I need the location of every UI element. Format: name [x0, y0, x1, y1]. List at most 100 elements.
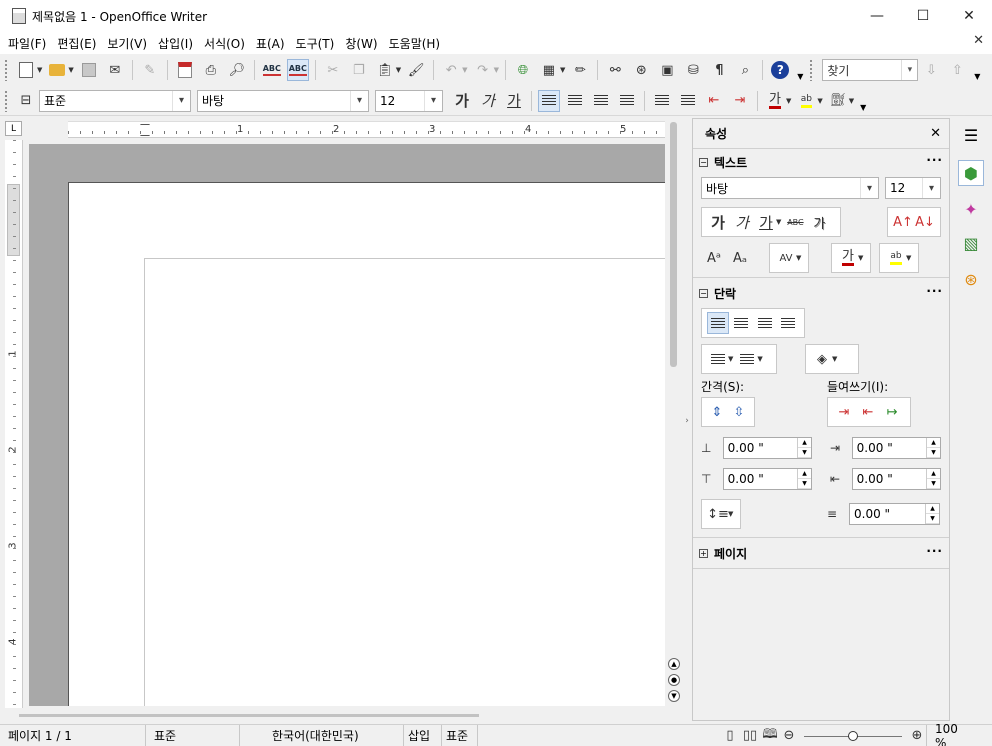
- spin-up-icon[interactable]: ▲: [927, 438, 940, 448]
- styles-tab[interactable]: ✦: [958, 196, 984, 222]
- language-status[interactable]: 한국어(대한민국): [240, 724, 404, 746]
- navigator-tab[interactable]: ⊛: [958, 266, 984, 292]
- hyperlink-button[interactable]: 🌐︎: [512, 59, 534, 81]
- increase-spacing-button[interactable]: ⇕: [707, 401, 727, 423]
- print-button[interactable]: ⎙: [200, 59, 222, 81]
- menu-insert[interactable]: 삽입(I): [154, 35, 197, 52]
- sidebar-align-center-button[interactable]: [731, 312, 752, 334]
- zoom-in-button[interactable]: ⊕: [910, 725, 924, 746]
- single-page-view-button[interactable]: ▯: [722, 725, 738, 746]
- more-options-button[interactable]: ···: [926, 544, 943, 558]
- vertical-ruler[interactable]: 1 2 3 4: [5, 140, 23, 708]
- close-sidebar-button[interactable]: ✕: [930, 126, 941, 141]
- clone-format-button[interactable]: 🖌︎: [405, 59, 427, 81]
- vertical-scrollbar[interactable]: ▲ ● ▼: [665, 118, 682, 710]
- text-section-header[interactable]: − 텍스트 ···: [693, 151, 949, 173]
- bold-button[interactable]: 가: [451, 90, 473, 112]
- insert-mode-status[interactable]: 삽입: [404, 724, 442, 746]
- close-window-button[interactable]: ✕: [946, 0, 992, 32]
- decrease-indent-button[interactable]: ⇤: [703, 90, 725, 112]
- chevron-down-icon[interactable]: ▾: [172, 90, 190, 111]
- gallery-tab[interactable]: ▧: [958, 230, 984, 256]
- sidebar-highlight-button[interactable]: ab: [885, 247, 907, 269]
- page-style[interactable]: 표준: [146, 724, 240, 746]
- paste-button[interactable]: 📋︎: [374, 59, 396, 81]
- toolbar-grip[interactable]: [4, 59, 8, 81]
- font-color-dropdown-icon[interactable]: ▼: [786, 97, 791, 105]
- open-button[interactable]: [46, 59, 68, 81]
- justify-button[interactable]: [616, 90, 638, 112]
- gallery-button[interactable]: ▣: [656, 59, 678, 81]
- sidebar-align-right-button[interactable]: [754, 312, 775, 334]
- redo-button[interactable]: ↷: [472, 59, 494, 81]
- sidebar-menu-button[interactable]: ☰: [958, 122, 984, 148]
- zoom-button[interactable]: ⌕: [734, 59, 756, 81]
- edit-file-button[interactable]: ✎: [139, 59, 161, 81]
- close-document-button[interactable]: ✕: [973, 33, 984, 48]
- chevron-down-icon[interactable]: ▾: [424, 90, 442, 111]
- undo-dropdown-icon[interactable]: ▼: [462, 66, 467, 74]
- spin-down-icon[interactable]: ▼: [798, 448, 811, 458]
- horizontal-scrollbar[interactable]: [5, 710, 682, 724]
- paragraph-section-header[interactable]: − 단락 ···: [693, 282, 949, 304]
- menu-edit[interactable]: 편집(E): [53, 35, 100, 52]
- strikethrough-button[interactable]: ABC: [784, 211, 806, 233]
- hanging-indent-button[interactable]: ↦: [881, 401, 903, 423]
- page-count[interactable]: 페이지 1 / 1: [0, 724, 146, 746]
- spin-up-icon[interactable]: ▲: [798, 438, 811, 448]
- chevron-down-icon[interactable]: ▾: [922, 178, 940, 198]
- character-spacing-button[interactable]: AV: [775, 247, 797, 269]
- font-color-button[interactable]: 가: [764, 90, 786, 112]
- table-button[interactable]: ▦: [538, 59, 560, 81]
- decrease-spacing-button[interactable]: ⇳: [729, 401, 749, 423]
- chevron-down-icon[interactable]: ▾: [350, 90, 368, 111]
- book-view-button[interactable]: 🕮︎: [762, 725, 778, 746]
- scrollbar-thumb[interactable]: [19, 714, 479, 717]
- new-document-button[interactable]: [15, 59, 37, 81]
- spin-down-icon[interactable]: ▼: [927, 448, 940, 458]
- align-center-button[interactable]: [564, 90, 586, 112]
- align-right-button[interactable]: [590, 90, 612, 112]
- sidebar-bullets-button[interactable]: [707, 348, 729, 370]
- spin-up-icon[interactable]: ▲: [926, 504, 939, 514]
- menu-window[interactable]: 창(W): [341, 35, 381, 52]
- spellcheck-button[interactable]: ABC: [261, 59, 283, 81]
- toolbar-grip[interactable]: [4, 89, 8, 112]
- auto-spellcheck-button[interactable]: ABC: [286, 59, 309, 81]
- before-text-indent-input[interactable]: 0.00 " ▲ ▼: [851, 437, 941, 459]
- spin-down-icon[interactable]: ▼: [926, 514, 939, 524]
- spin-buttons[interactable]: ▲ ▼: [797, 469, 811, 489]
- next-page-button[interactable]: ▼: [668, 690, 680, 702]
- indent-marker[interactable]: [140, 124, 150, 136]
- sidebar-size-select[interactable]: 12 ▾: [885, 177, 941, 199]
- tab-type-button[interactable]: L: [5, 121, 22, 136]
- sidebar-increase-indent-button[interactable]: ⇥: [833, 401, 855, 423]
- paragraph-style-select[interactable]: 표준 ▾: [39, 89, 191, 112]
- paste-dropdown-icon[interactable]: ▼: [396, 66, 401, 74]
- sidebar-align-left-button[interactable]: [707, 312, 729, 334]
- multi-page-view-button[interactable]: ▯▯: [742, 725, 758, 746]
- selection-mode-status[interactable]: 표준: [442, 724, 478, 746]
- minimize-button[interactable]: —: [854, 0, 900, 32]
- spin-up-icon[interactable]: ▲: [927, 469, 940, 479]
- table-dropdown-icon[interactable]: ▼: [560, 66, 565, 74]
- show-draw-functions-button[interactable]: ✏: [569, 59, 591, 81]
- sidebar-font-select[interactable]: 바탕 ▾: [701, 177, 879, 199]
- sidebar-bold-button[interactable]: 가: [707, 211, 729, 233]
- shadow-button[interactable]: 가: [808, 211, 830, 233]
- bullets-button[interactable]: [677, 90, 699, 112]
- chevron-down-icon[interactable]: ▾: [860, 178, 878, 198]
- background-color-button[interactable]: ⛽︎: [827, 90, 849, 112]
- find-toolbar-overflow-button[interactable]: ▼: [972, 59, 982, 81]
- print-preview-button[interactable]: 🔎︎: [226, 59, 248, 81]
- maximize-button[interactable]: ☐: [900, 0, 946, 32]
- save-button[interactable]: [78, 59, 100, 81]
- increase-font-button[interactable]: A↑: [893, 211, 913, 233]
- find-toolbar-grip[interactable]: [809, 59, 814, 81]
- new-dropdown-icon[interactable]: ▼: [37, 66, 42, 74]
- navigator-button[interactable]: ⊛: [630, 59, 652, 81]
- menu-file[interactable]: 파일(F): [4, 35, 50, 52]
- zoom-out-button[interactable]: ⊖: [782, 725, 796, 746]
- find-history-dropdown[interactable]: ▾: [901, 60, 917, 80]
- italic-button[interactable]: 가: [477, 90, 499, 112]
